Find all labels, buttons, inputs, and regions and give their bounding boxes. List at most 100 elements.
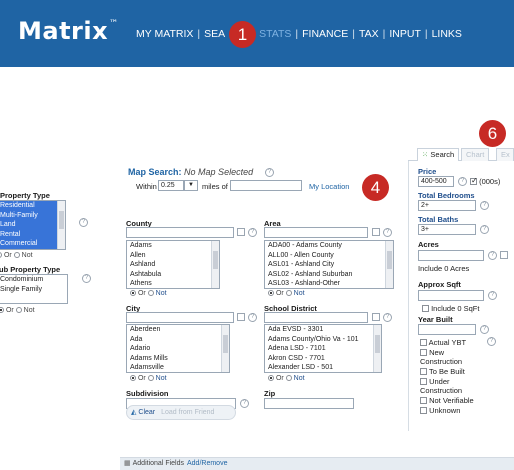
checkbox[interactable]: [420, 407, 427, 414]
not-radio[interactable]: [285, 290, 292, 296]
help-icon[interactable]: ?: [265, 168, 274, 177]
year-option[interactable]: Under Construction: [420, 377, 482, 395]
list-item[interactable]: Adena LSD - 7101: [265, 344, 381, 354]
help-icon[interactable]: ?: [488, 291, 497, 300]
help-icon[interactable]: ?: [480, 325, 489, 334]
not-radio[interactable]: [147, 375, 154, 381]
or-not-toggle[interactable]: Or Not: [0, 252, 33, 259]
list-item[interactable]: Allen: [127, 251, 219, 261]
scroll-thumb[interactable]: [223, 335, 228, 353]
not-radio[interactable]: [147, 290, 154, 296]
list-item[interactable]: Adario: [127, 344, 229, 354]
list-item[interactable]: Single Family: [0, 285, 67, 295]
list-item[interactable]: Residential: [0, 201, 65, 211]
or-not-toggle[interactable]: Or Not: [130, 375, 167, 382]
scroll-thumb[interactable]: [59, 211, 64, 229]
nav-finance[interactable]: FINANCE: [298, 28, 352, 40]
scroll-thumb[interactable]: [213, 251, 218, 269]
help-icon[interactable]: ?: [248, 228, 257, 237]
address-input[interactable]: [230, 180, 302, 191]
expand-icon[interactable]: [500, 251, 508, 259]
area-search-input[interactable]: [264, 227, 368, 238]
distance-dropdown[interactable]: ▼: [184, 180, 198, 191]
or-radio[interactable]: [0, 252, 2, 258]
scrollbar[interactable]: [373, 325, 381, 372]
area-list[interactable]: ADA00 - Adams County ALL00 - Allen Count…: [264, 240, 394, 289]
year-option[interactable]: To Be Built: [420, 367, 465, 376]
or-radio[interactable]: [0, 307, 4, 313]
school-search-input[interactable]: [264, 312, 368, 323]
approx-sqft-input[interactable]: [418, 290, 484, 301]
help-icon[interactable]: ?: [79, 218, 88, 227]
list-item[interactable]: Aberdeen: [127, 325, 229, 335]
expand-icon[interactable]: [237, 313, 245, 321]
price-unit-toggle[interactable]: (000s): [470, 176, 500, 186]
my-location-link[interactable]: My Location: [309, 182, 349, 191]
checkbox[interactable]: [422, 305, 429, 312]
list-item[interactable]: Alexander LSD - 501: [265, 363, 381, 372]
help-icon[interactable]: ?: [488, 251, 497, 260]
add-remove-link[interactable]: Add/Remove: [187, 460, 227, 467]
or-radio[interactable]: [130, 375, 136, 381]
list-item[interactable]: Adamsville: [127, 363, 229, 372]
acres-input[interactable]: [418, 250, 484, 261]
scrollbar[interactable]: [385, 241, 393, 288]
list-item[interactable]: Commercial: [0, 239, 65, 249]
list-item[interactable]: Adams: [127, 241, 219, 251]
sub-property-type-list[interactable]: Condominium Single Family: [0, 274, 68, 304]
help-icon[interactable]: ?: [480, 201, 489, 210]
checkbox[interactable]: [470, 176, 478, 185]
county-list[interactable]: Adams Allen Ashland Ashtabula Athens: [126, 240, 220, 289]
list-item[interactable]: ASL01 - Ashland City: [265, 260, 393, 270]
list-item[interactable]: Akron CSD - 7701: [265, 354, 381, 364]
scroll-thumb[interactable]: [375, 335, 380, 353]
include-zero-acres[interactable]: Include 0 Acres: [418, 264, 469, 273]
clear-button[interactable]: ◭ Clear Load from Friend: [126, 405, 236, 420]
scrollbar[interactable]: [211, 241, 219, 288]
load-from-friend[interactable]: Load from Friend: [161, 409, 214, 416]
not-radio[interactable]: [285, 375, 292, 381]
list-item[interactable]: Ashland: [127, 260, 219, 270]
tab-search[interactable]: ⁙ Search: [417, 148, 460, 161]
year-option[interactable]: Not Verifiable: [420, 396, 474, 405]
help-icon[interactable]: ?: [487, 337, 496, 346]
list-item[interactable]: ASL03 - Ashland-Other: [265, 279, 393, 288]
expand-icon[interactable]: [372, 313, 380, 321]
year-built-input[interactable]: [418, 324, 476, 335]
help-icon[interactable]: ?: [383, 228, 392, 237]
within-distance-input[interactable]: 0.25: [158, 180, 184, 191]
list-item[interactable]: Adams Mills: [127, 354, 229, 364]
year-option[interactable]: Actual YBT: [420, 338, 466, 347]
or-radio[interactable]: [130, 290, 136, 296]
list-item[interactable]: Ada EVSD - 3301: [265, 325, 381, 335]
or-radio[interactable]: [268, 375, 274, 381]
help-icon[interactable]: ?: [82, 274, 91, 283]
list-item[interactable]: Multi-Family: [0, 210, 65, 220]
or-not-toggle[interactable]: Or Not: [130, 290, 167, 297]
list-item[interactable]: Ada: [127, 335, 229, 345]
tab-chart[interactable]: Chart: [461, 148, 490, 161]
help-icon[interactable]: ?: [240, 399, 249, 408]
scroll-thumb[interactable]: [387, 251, 392, 269]
zip-input[interactable]: [264, 398, 354, 409]
help-icon[interactable]: ?: [248, 313, 257, 322]
list-item[interactable]: ALL00 - Allen County: [265, 251, 393, 261]
county-search-input[interactable]: [126, 227, 234, 238]
nav-input[interactable]: INPUT: [385, 28, 425, 40]
list-item[interactable]: Condominium: [0, 275, 67, 285]
list-item[interactable]: Adams County/Ohio Va - 101: [265, 335, 381, 345]
or-not-toggle[interactable]: Or Not: [0, 307, 35, 314]
checkbox[interactable]: [420, 339, 427, 346]
list-item[interactable]: Rental: [0, 229, 65, 239]
list-item[interactable]: Land: [0, 220, 65, 230]
tab-extra[interactable]: Ex: [496, 148, 514, 161]
or-not-toggle[interactable]: Or Not: [268, 290, 305, 297]
nav-tax[interactable]: TAX: [355, 28, 383, 40]
price-input[interactable]: 400-500: [418, 176, 454, 187]
or-not-toggle[interactable]: Or Not: [268, 375, 305, 382]
nav-search[interactable]: SEA: [200, 28, 229, 40]
property-type-list[interactable]: Residential Multi-Family Land Rental Com…: [0, 200, 66, 250]
scrollbar[interactable]: [57, 201, 65, 249]
list-item[interactable]: ADA00 - Adams County: [265, 241, 393, 251]
nav-links[interactable]: LINKS: [428, 28, 466, 40]
